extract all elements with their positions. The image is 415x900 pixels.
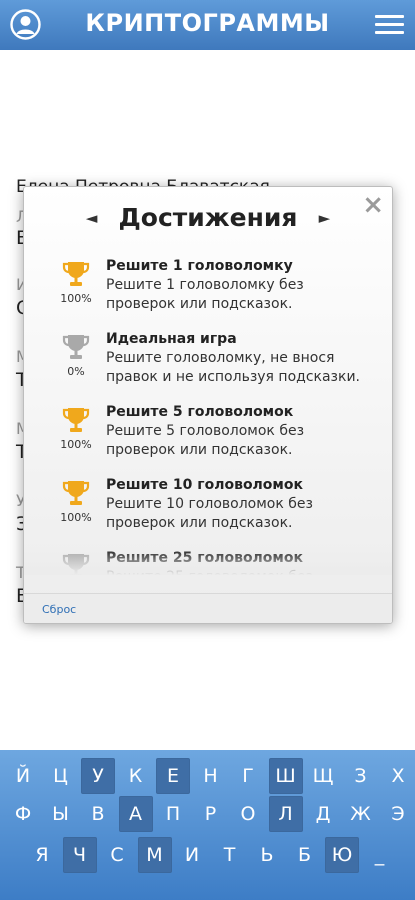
- prev-page-arrow-icon[interactable]: ◄: [82, 209, 102, 227]
- key-П[interactable]: П: [156, 796, 190, 832]
- achievement-text: Решите 10 головоломок Решите 10 головолом…: [106, 476, 374, 533]
- achievement-item: 0% Идеальная игра Решите головоломку, не в…: [24, 330, 392, 403]
- dialog-footer: Сброс: [24, 593, 392, 623]
- trophy-icon: [62, 408, 90, 432]
- key-Д[interactable]: Д: [306, 796, 340, 832]
- key-Я[interactable]: Я: [25, 837, 59, 873]
- completion-percent: 100%: [60, 438, 92, 451]
- reset-link[interactable]: Сброс: [42, 603, 76, 616]
- key-Ю[interactable]: Ю: [325, 837, 359, 873]
- achievement-description: Решите 10 головоломок без проверок или п…: [106, 496, 313, 531]
- key-Ь[interactable]: Ь: [250, 837, 284, 873]
- achievement-title: Решите 1 головоломку: [106, 258, 293, 274]
- key-Щ[interactable]: Щ: [306, 758, 340, 794]
- key-У[interactable]: У: [81, 758, 115, 794]
- achievement-text: Решите 5 головоломок Решите 5 головоломок…: [106, 403, 374, 460]
- achievement-text: Решите 1 головоломку Решите 1 головоломку…: [106, 257, 374, 314]
- menu-icon[interactable]: [375, 15, 404, 35]
- achievement-title: Решите 5 головоломок: [106, 404, 294, 420]
- app-screen: КРИПТОГРАММЫ Елена Петровна Блаватская Л…: [0, 0, 415, 900]
- achievement-title: Идеальная игра: [106, 331, 237, 347]
- key-И[interactable]: И: [175, 837, 209, 873]
- key-В[interactable]: В: [81, 796, 115, 832]
- key-С[interactable]: С: [100, 837, 134, 873]
- dialog-header: ◄ Достижения ►: [24, 203, 392, 232]
- key-Э[interactable]: Э: [381, 796, 415, 832]
- key-А[interactable]: А: [118, 796, 153, 832]
- trophy-icon: [62, 481, 90, 505]
- key-Х[interactable]: Х: [381, 758, 415, 794]
- key-Ш[interactable]: Ш: [268, 758, 303, 794]
- key-Г[interactable]: Г: [231, 758, 265, 794]
- achievement-description: Решите 1 головоломку без проверок или по…: [106, 277, 304, 312]
- dialog-title: Достижения: [118, 203, 298, 232]
- scroll-fade: [24, 549, 392, 575]
- key-Т[interactable]: Т: [213, 837, 247, 873]
- key-Ц[interactable]: Ц: [44, 758, 78, 794]
- key-М[interactable]: М: [137, 837, 172, 873]
- achievement-description: Решите 5 головоломок без проверок или по…: [106, 423, 305, 458]
- completion-percent: 0%: [67, 365, 85, 378]
- completion-percent: 100%: [60, 292, 92, 305]
- key-Й[interactable]: Й: [6, 758, 40, 794]
- key-blank[interactable]: _: [363, 837, 397, 873]
- app-title: КРИПТОГРАММЫ: [85, 9, 330, 37]
- letter-keyboard: Й Ц У К Е Н Г Ш Щ З Х Ф Ы В А П Р О Л Д Ж Э Я Ч С М И Т Ь Б Ю _: [0, 750, 415, 900]
- key-З[interactable]: З: [344, 758, 378, 794]
- achievement-description: Решите головоломку, не внося правок и не…: [106, 350, 361, 385]
- key-Л[interactable]: Л: [268, 796, 303, 832]
- key-Р[interactable]: Р: [194, 796, 228, 832]
- trophy-icon: [62, 262, 90, 286]
- key-Ч[interactable]: Ч: [62, 837, 97, 873]
- achievement-item: 100% Решите 10 головоломок Решите 10 голов…: [24, 476, 392, 549]
- key-Б[interactable]: Б: [288, 837, 322, 873]
- key-Ы[interactable]: Ы: [44, 796, 78, 832]
- key-О[interactable]: О: [231, 796, 265, 832]
- key-Ф[interactable]: Ф: [6, 796, 40, 832]
- achievement-title: Решите 10 головоломок: [106, 477, 303, 493]
- achievement-item: 100% Решите 1 головоломку Решите 1 головол…: [24, 257, 392, 330]
- app-header: КРИПТОГРАММЫ: [0, 0, 415, 50]
- key-Е[interactable]: Е: [156, 758, 190, 794]
- key-Ж[interactable]: Ж: [344, 796, 378, 832]
- key-Н[interactable]: Н: [194, 758, 228, 794]
- achievement-item: 100% Решите 5 головоломок Решите 5 головол…: [24, 403, 392, 476]
- completion-percent: 100%: [60, 511, 92, 524]
- achievements-dialog: × ◄ Достижения ► 100% Решите 1 головоломк…: [23, 186, 393, 624]
- next-page-arrow-icon[interactable]: ►: [315, 209, 335, 227]
- trophy-icon: [62, 335, 90, 359]
- achievement-text: Идеальная игра Решите головоломку, не вно…: [106, 330, 374, 387]
- achievements-list[interactable]: 100% Решите 1 головоломку Решите 1 головол…: [24, 257, 392, 575]
- key-К[interactable]: К: [119, 758, 153, 794]
